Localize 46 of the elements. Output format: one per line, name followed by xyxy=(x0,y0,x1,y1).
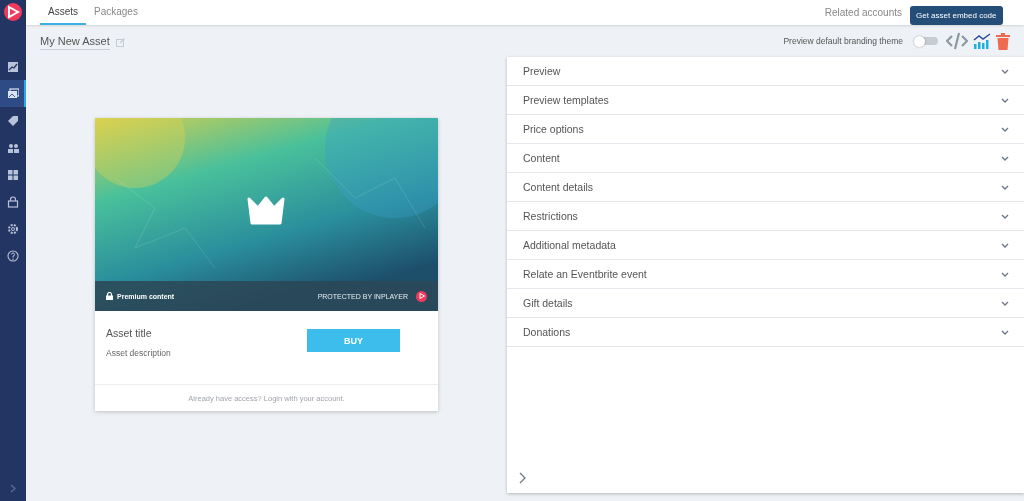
chevron-icon xyxy=(1001,184,1009,190)
related-accounts-link[interactable]: Related accounts xyxy=(824,7,902,18)
tab[interactable]: Assets xyxy=(40,0,86,25)
help-icon xyxy=(7,249,19,262)
grid-icon xyxy=(7,168,19,181)
expand-icon[interactable] xyxy=(519,472,527,484)
accordion-header[interactable]: Preview xyxy=(507,57,1024,86)
accordion-header[interactable]: Preview templates xyxy=(507,86,1024,115)
chevron-icon xyxy=(1001,68,1009,74)
accordion-header[interactable]: Restrictions xyxy=(507,202,1024,231)
chevron-icon xyxy=(1001,155,1009,161)
accordion-header[interactable]: Gift details xyxy=(507,289,1024,318)
accordion-header[interactable]: Donations xyxy=(507,318,1024,347)
tag-icon xyxy=(7,114,19,127)
images-icon xyxy=(7,87,19,100)
chevron-icon xyxy=(1001,329,1009,335)
accordion-header[interactable]: Price options xyxy=(507,115,1024,144)
chevron-icon xyxy=(1001,242,1009,248)
chevron-icon xyxy=(1001,126,1009,132)
asset-title: Asset title xyxy=(106,327,153,339)
toggle-label: Preview default branding theme xyxy=(783,36,903,46)
embed-code-icon[interactable] xyxy=(946,32,968,50)
chevron-icon xyxy=(1001,271,1009,277)
chevron-icon xyxy=(1001,213,1009,219)
lock-icon xyxy=(7,195,19,208)
settings-icon xyxy=(7,222,19,235)
crown-icon xyxy=(246,196,286,226)
asset-description: Asset description xyxy=(106,348,172,358)
tab[interactable]: Packages xyxy=(86,0,146,25)
sidebar-item[interactable] xyxy=(0,80,26,107)
tooltip: Get asset embed code xyxy=(910,6,1003,25)
chevron-icon xyxy=(1001,97,1009,103)
asset-name[interactable]: My New Asset xyxy=(40,35,110,50)
chart-icon xyxy=(7,60,19,73)
chevron-icon xyxy=(1001,300,1009,306)
lock-icon xyxy=(106,292,113,300)
people-icon xyxy=(7,141,19,154)
accordion-header[interactable]: Relate an Eventbrite event xyxy=(507,260,1024,289)
analytics-icon[interactable] xyxy=(973,33,991,49)
logo-icon xyxy=(416,290,427,302)
logo-icon[interactable] xyxy=(4,3,22,21)
delete-icon[interactable] xyxy=(996,32,1010,50)
accordion-header[interactable]: Content xyxy=(507,144,1024,173)
accordion-header[interactable]: Content details xyxy=(507,173,1024,202)
branding-toggle[interactable] xyxy=(916,37,938,45)
accordion-header[interactable]: Additional metadata xyxy=(507,231,1024,260)
